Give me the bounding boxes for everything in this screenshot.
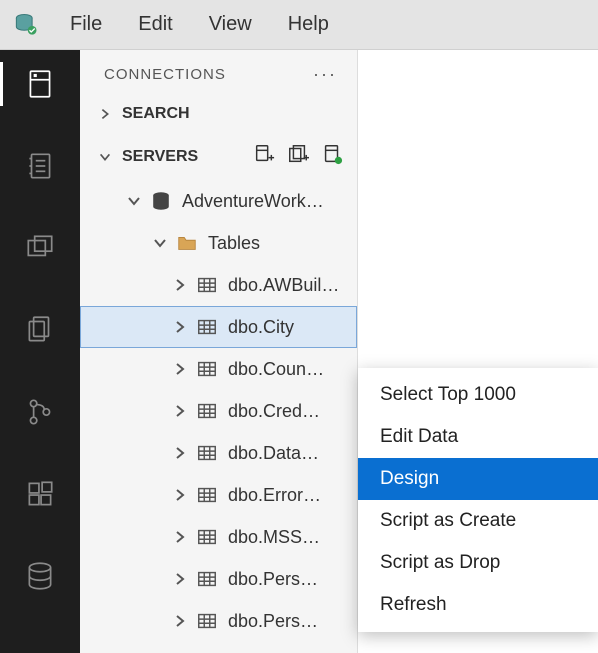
menu-view[interactable]: View: [203, 9, 258, 40]
ctx-design[interactable]: Design: [358, 458, 598, 500]
table-icon: [196, 316, 218, 338]
tree-table-label: dbo.City: [228, 317, 294, 338]
table-icon: [196, 400, 218, 422]
tree-folder-label: Tables: [208, 233, 260, 254]
ctx-select-top-1000[interactable]: Select Top 1000: [358, 374, 598, 416]
activity-source-control[interactable]: [18, 390, 62, 434]
section-servers-label: SERVERS: [122, 148, 198, 166]
section-search-label: SEARCH: [122, 105, 190, 123]
panel-header: CONNECTIONS ···: [80, 50, 357, 95]
table-icon: [196, 568, 218, 590]
activity-database[interactable]: [18, 554, 62, 598]
ctx-edit-data[interactable]: Edit Data: [358, 416, 598, 458]
tree-table-label: dbo.Coun…: [228, 359, 324, 380]
ctx-refresh[interactable]: Refresh: [358, 584, 598, 626]
activity-connections[interactable]: [18, 62, 62, 106]
tree-table-label: dbo.Pers…: [228, 611, 318, 632]
server-tree: AdventureWork… Tables dbo.AWBuil… dbo.Ci…: [80, 180, 357, 653]
tree-table-row[interactable]: dbo.MSS…: [80, 516, 357, 558]
tree-table-row[interactable]: dbo.Pers…: [80, 600, 357, 642]
tree-table-row[interactable]: dbo.Error…: [80, 474, 357, 516]
menu-file[interactable]: File: [64, 9, 108, 40]
tree-table-label: dbo.Error…: [228, 485, 321, 506]
activity-windows[interactable]: [18, 226, 62, 270]
activity-bar: [0, 50, 80, 653]
tree-table-label: dbo.Data…: [228, 443, 319, 464]
table-icon: [196, 484, 218, 506]
tree-table-row[interactable]: dbo.AWBuil…: [80, 264, 357, 306]
tree-table-row[interactable]: dbo.Data…: [80, 432, 357, 474]
table-icon: [196, 358, 218, 380]
menubar: File Edit View Help: [0, 0, 598, 50]
new-connection-icon[interactable]: [253, 143, 275, 170]
menu-edit[interactable]: Edit: [132, 9, 178, 40]
tree-database[interactable]: AdventureWork…: [80, 180, 357, 222]
tree-table-label: dbo.MSS…: [228, 527, 320, 548]
section-servers[interactable]: SERVERS: [80, 133, 357, 180]
context-menu: Select Top 1000 Edit Data Design Script …: [358, 368, 598, 632]
panel-more-icon[interactable]: ···: [313, 64, 337, 85]
server-actions: [253, 143, 343, 170]
side-panel: CONNECTIONS ··· SEARCH SERVERS: [80, 50, 358, 653]
tree-table-label: dbo.Pers…: [228, 569, 318, 590]
table-icon: [196, 526, 218, 548]
ctx-script-drop[interactable]: Script as Drop: [358, 542, 598, 584]
table-icon: [196, 274, 218, 296]
ctx-script-create[interactable]: Script as Create: [358, 500, 598, 542]
section-search[interactable]: SEARCH: [80, 95, 357, 133]
activity-notebooks[interactable]: [18, 144, 62, 188]
table-icon: [196, 610, 218, 632]
database-icon: [150, 190, 172, 212]
table-icon: [196, 442, 218, 464]
menu-help[interactable]: Help: [282, 9, 335, 40]
tree-table-label: dbo.AWBuil…: [228, 275, 339, 296]
activity-explorer[interactable]: [18, 308, 62, 352]
tree-table-label: dbo.Cred…: [228, 401, 320, 422]
app-icon: [12, 11, 40, 39]
activity-extensions[interactable]: [18, 472, 62, 516]
folder-icon: [176, 232, 198, 254]
tree-table-row[interactable]: dbo.City: [80, 306, 357, 348]
tree-folder-tables[interactable]: Tables: [80, 222, 357, 264]
tree-table-row[interactable]: dbo.Pers…: [80, 558, 357, 600]
tree-database-label: AdventureWork…: [182, 191, 324, 212]
connection-status-icon[interactable]: [321, 143, 343, 170]
panel-title: CONNECTIONS: [104, 66, 226, 83]
tree-table-row[interactable]: dbo.Coun…: [80, 348, 357, 390]
tree-table-row[interactable]: dbo.Cred…: [80, 390, 357, 432]
new-group-icon[interactable]: [287, 143, 309, 170]
